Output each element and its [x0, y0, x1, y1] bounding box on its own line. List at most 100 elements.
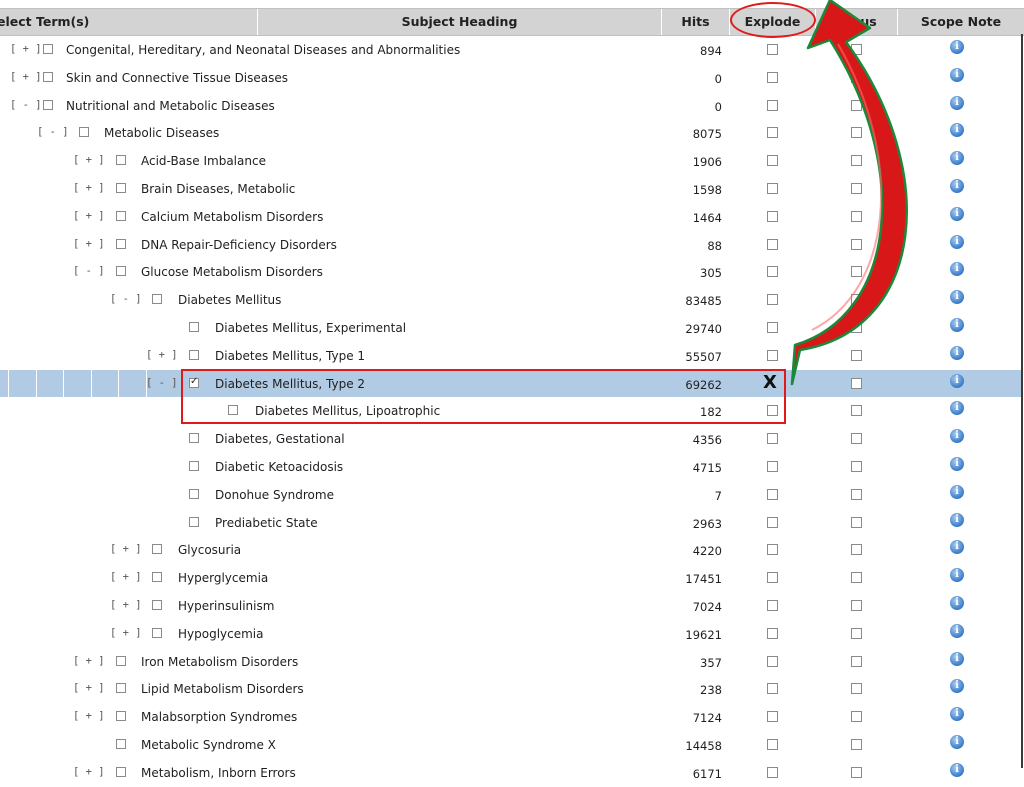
explode-checkbox[interactable]: [767, 99, 778, 111]
focus-checkbox[interactable]: [851, 572, 862, 584]
explode-checkbox[interactable]: [767, 71, 778, 83]
scope-note-info-icon[interactable]: i: [950, 568, 964, 583]
scope-note-info-icon[interactable]: i: [950, 290, 964, 305]
table-row[interactable]: [ + ] Hyperinsulinism 7024 i: [0, 592, 1021, 620]
expand-collapse-toggle[interactable]: [ + ]: [73, 154, 105, 166]
expand-collapse-toggle[interactable]: [ + ]: [146, 349, 178, 361]
header-subject-heading[interactable]: Subject Heading: [258, 9, 662, 35]
scope-note-info-icon[interactable]: i: [950, 484, 964, 499]
explode-checkbox[interactable]: [767, 155, 778, 167]
select-term-checkbox[interactable]: [116, 238, 126, 249]
explode-checkbox[interactable]: [767, 238, 778, 250]
explode-checkbox[interactable]: [767, 433, 778, 445]
expand-collapse-toggle[interactable]: [ - ]: [73, 265, 105, 277]
explode-checkbox[interactable]: [767, 266, 778, 278]
explode-checkbox[interactable]: [767, 488, 778, 500]
focus-checkbox[interactable]: [851, 155, 862, 167]
explode-checkbox[interactable]: [767, 600, 778, 611]
subject-heading-label[interactable]: Nutritional and Metabolic Diseases: [66, 99, 275, 113]
subject-heading-label[interactable]: Diabetes Mellitus, Type 1: [215, 349, 365, 363]
scope-note-info-icon[interactable]: i: [950, 623, 964, 638]
subject-heading-label[interactable]: Metabolic Diseases: [104, 126, 219, 140]
expand-collapse-toggle[interactable]: [ + ]: [110, 599, 142, 611]
focus-checkbox[interactable]: [851, 44, 862, 55]
table-row[interactable]: [ - ] Diabetes Mellitus 83485 i: [0, 286, 1021, 314]
scope-note-info-icon[interactable]: i: [950, 762, 964, 777]
scope-note-info-icon[interactable]: i: [950, 512, 964, 527]
expand-collapse-toggle[interactable]: [ + ]: [10, 71, 42, 83]
subject-heading-label[interactable]: Metabolic Syndrome X: [141, 738, 276, 752]
scope-note-info-icon[interactable]: i: [950, 95, 964, 110]
subject-heading-label[interactable]: Hyperinsulinism: [178, 599, 274, 613]
select-term-checkbox[interactable]: [43, 44, 53, 54]
focus-checkbox[interactable]: [851, 377, 862, 389]
select-term-checkbox[interactable]: [152, 600, 162, 610]
subject-heading-label[interactable]: Diabetes Mellitus: [178, 293, 281, 307]
subject-heading-label[interactable]: Malabsorption Syndromes: [141, 710, 297, 724]
subject-heading-label[interactable]: Donohue Syndrome: [215, 488, 334, 502]
table-row[interactable]: [ + ] Diabetes Mellitus, Type 1 55507 i: [0, 342, 1021, 370]
select-term-checkbox[interactable]: [116, 266, 126, 277]
select-term-checkbox[interactable]: [189, 488, 199, 499]
expand-collapse-toggle[interactable]: [ + ]: [73, 710, 105, 722]
subject-heading-label[interactable]: Iron Metabolism Disorders: [141, 655, 298, 669]
scope-note-info-icon[interactable]: i: [950, 234, 964, 249]
expand-collapse-toggle[interactable]: [ + ]: [73, 210, 105, 222]
subject-heading-label[interactable]: Diabetes, Gestational: [215, 432, 345, 446]
table-row[interactable]: Diabetes Mellitus, Experimental 29740 i: [0, 314, 1021, 342]
explode-checkbox[interactable]: [767, 627, 778, 639]
subject-heading-label[interactable]: Skin and Connective Tissue Diseases: [66, 71, 288, 85]
focus-checkbox[interactable]: [851, 766, 862, 778]
explode-checkbox[interactable]: [767, 322, 778, 333]
focus-checkbox[interactable]: [851, 71, 862, 83]
table-row[interactable]: Prediabetic State 2963 i: [0, 509, 1021, 537]
scope-note-info-icon[interactable]: i: [950, 651, 964, 666]
select-term-checkbox[interactable]: [116, 711, 126, 722]
scope-note-info-icon[interactable]: i: [950, 429, 964, 444]
expand-collapse-toggle[interactable]: [ + ]: [73, 655, 105, 667]
expand-collapse-toggle[interactable]: [ - ]: [110, 293, 142, 305]
select-term-checkbox[interactable]: [116, 210, 126, 221]
table-row[interactable]: [ + ] Calcium Metabolism Disorders 1464 i: [0, 203, 1021, 231]
select-term-checkbox[interactable]: [152, 627, 162, 638]
explode-checkbox[interactable]: [767, 44, 778, 55]
focus-checkbox[interactable]: [851, 600, 862, 611]
subject-heading-label[interactable]: Hypoglycemia: [178, 627, 264, 641]
subject-heading-label[interactable]: Glucose Metabolism Disorders: [141, 265, 323, 279]
focus-checkbox[interactable]: [851, 238, 862, 250]
expand-collapse-toggle[interactable]: [ - ]: [37, 126, 69, 138]
select-term-checkbox[interactable]: [116, 739, 126, 749]
scope-note-info-icon[interactable]: i: [950, 179, 964, 193]
table-row[interactable]: [ + ] Metabolism, Inborn Errors 6171 i: [0, 759, 1021, 787]
scope-note-info-icon[interactable]: i: [950, 123, 964, 138]
scope-note-info-icon[interactable]: i: [950, 206, 964, 221]
select-term-checkbox[interactable]: [152, 572, 162, 583]
focus-checkbox[interactable]: [851, 127, 862, 139]
expand-collapse-toggle[interactable]: [ + ]: [110, 571, 142, 583]
subject-heading-label[interactable]: Acid-Base Imbalance: [141, 154, 266, 168]
select-term-checkbox[interactable]: [116, 183, 126, 193]
scope-note-info-icon[interactable]: i: [950, 457, 964, 471]
expand-collapse-toggle[interactable]: [ + ]: [73, 182, 105, 194]
focus-checkbox[interactable]: [851, 461, 862, 472]
select-term-checkbox[interactable]: [152, 544, 162, 555]
subject-heading-label[interactable]: Glycosuria: [178, 543, 241, 557]
table-row[interactable]: Diabetes, Gestational 4356 i: [0, 425, 1021, 453]
table-row[interactable]: [ + ] Skin and Connective Tissue Diseases…: [0, 64, 1021, 92]
focus-checkbox[interactable]: [851, 266, 862, 278]
table-row[interactable]: Donohue Syndrome 7 i: [0, 481, 1021, 509]
scope-note-info-icon[interactable]: i: [950, 345, 964, 360]
focus-checkbox[interactable]: [851, 655, 862, 667]
table-row[interactable]: [ + ] Iron Metabolism Disorders 357 i: [0, 648, 1021, 676]
select-term-checkbox[interactable]: [189, 516, 199, 527]
table-row[interactable]: [ + ] Lipid Metabolism Disorders 238 i: [0, 675, 1021, 703]
focus-checkbox[interactable]: [851, 322, 862, 333]
select-term-checkbox[interactable]: [189, 322, 199, 332]
select-term-checkbox[interactable]: [116, 766, 126, 777]
focus-checkbox[interactable]: [851, 433, 862, 445]
explode-checkbox[interactable]: [767, 516, 778, 528]
explode-checkbox[interactable]: [767, 766, 778, 778]
scope-note-info-icon[interactable]: i: [950, 679, 964, 694]
explode-checkbox[interactable]: [767, 655, 778, 667]
subject-heading-label[interactable]: DNA Repair-Deficiency Disorders: [141, 238, 337, 252]
